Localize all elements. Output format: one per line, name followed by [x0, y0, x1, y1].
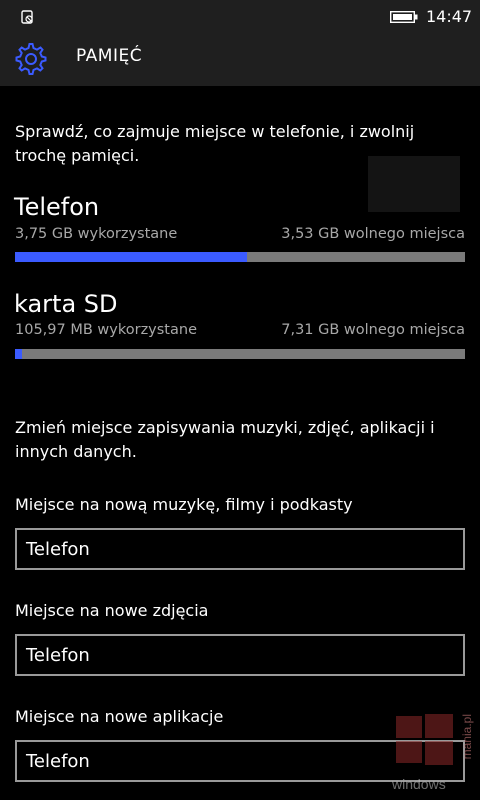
storage-title: karta SD — [14, 290, 118, 318]
change-line-2: innych danych. — [15, 442, 137, 461]
change-location-text: Zmień miejsce zapisywania muzyki, zdjęć,… — [15, 416, 465, 464]
watermark-text: windows — [392, 776, 446, 792]
photos-location-label: Miejsce na nowe zdjęcia — [15, 601, 209, 620]
select-value: Telefon — [26, 751, 90, 772]
page-header: PAMIĘĆ — [0, 34, 480, 86]
clock: 14:47 — [426, 7, 473, 26]
decorative-block — [368, 156, 460, 212]
intro-line-1: Sprawdź, co zajmuje miejsce w telefonie,… — [15, 122, 415, 141]
battery-icon — [390, 11, 418, 23]
storage-used: 105,97 MB wykorzystane — [15, 322, 197, 338]
select-value: Telefon — [26, 645, 90, 666]
select-value: Telefon — [26, 539, 90, 560]
storage-usage-fill — [15, 252, 247, 262]
apps-location-label: Miejsce na nowe aplikacje — [15, 707, 224, 726]
photos-location-select[interactable]: Telefon — [15, 634, 465, 676]
no-sim-icon — [21, 10, 33, 24]
status-bar: 14:47 — [0, 0, 480, 34]
storage-free: 3,53 GB wolnego miejsca — [281, 226, 465, 242]
music-location-label: Miejsce na nową muzykę, filmy i podkasty — [15, 495, 353, 514]
page-title: PAMIĘĆ — [76, 46, 143, 66]
gear-icon[interactable] — [14, 42, 48, 76]
storage-usage-fill — [15, 349, 22, 359]
storage-free: 7,31 GB wolnego miejsca — [281, 322, 465, 338]
storage-used: 3,75 GB wykorzystane — [15, 226, 178, 242]
change-line-1: Zmień miejsce zapisywania muzyki, zdjęć,… — [15, 418, 435, 437]
storage-usage-bar — [15, 252, 465, 262]
storage-title: Telefon — [14, 193, 100, 221]
watermark-logo: windows mania.pl — [386, 706, 480, 800]
storage-usage-bar — [15, 349, 465, 359]
watermark-side-text: mania.pl — [460, 714, 474, 760]
music-location-select[interactable]: Telefon — [15, 528, 465, 570]
